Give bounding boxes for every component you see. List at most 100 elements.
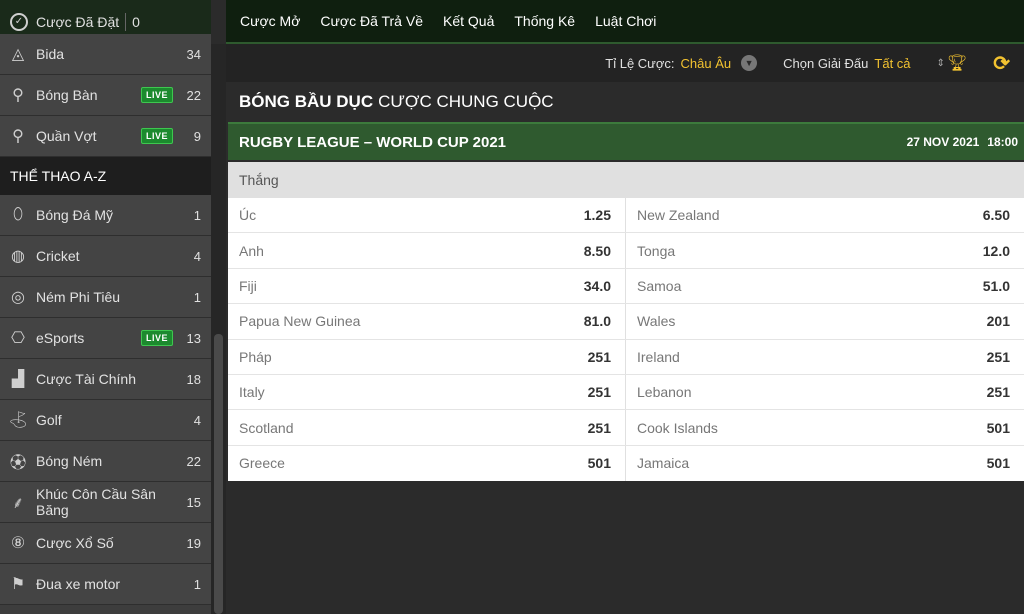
- tennis-icon: ⚲: [12, 128, 24, 145]
- league-select[interactable]: Tất cả: [874, 56, 910, 71]
- event-count: 4: [193, 248, 201, 264]
- odds-selection[interactable]: Jamaica 501: [626, 445, 1024, 482]
- top-navigation: Cược Mở Cược Đã Trả Về Kết Quả Thống Kê …: [226, 0, 1024, 44]
- odds-selection[interactable]: Lebanon 251: [626, 374, 1024, 410]
- sport-label: Đua xe motor: [36, 576, 121, 592]
- sort-arrows-icon: ⇕: [936, 57, 945, 69]
- market-type: CƯỢC CHUNG CUỘC: [378, 92, 554, 111]
- sidebar-sport-item[interactable]: ⚽︎ Bóng Ném 22: [0, 441, 211, 482]
- odds-selection[interactable]: Wales 201: [626, 304, 1024, 339]
- odds-selection[interactable]: Úc 1.25: [228, 198, 626, 233]
- team-name: Anh: [239, 242, 264, 259]
- sport-label: Bóng Ném: [36, 453, 103, 469]
- sidebar-sport-item[interactable]: ◎ Ném Phi Tiêu 1: [0, 277, 211, 318]
- nav-settled-bets[interactable]: Cược Đã Trả Về: [312, 13, 431, 29]
- sidebar-sport-item[interactable]: ⑧ Cược Xổ Số 19: [0, 523, 211, 564]
- sidebar-az-list: ⬯ Bóng Đá Mỹ 1 ◍ Cricket 4 ◎ Ném Phi Tiêu 1 ⎔ eSpo…: [0, 195, 211, 605]
- odds-row: Fiji 34.0 Samoa 51.0: [228, 268, 1024, 305]
- team-name: Ireland: [637, 348, 680, 365]
- odds-selection[interactable]: Fiji 34.0: [228, 268, 626, 304]
- event-name: RUGBY LEAGUE – WORLD CUP 2021: [239, 133, 507, 151]
- event-date: 27 NOV 2021: [906, 135, 980, 149]
- odds-price: 51.0: [982, 277, 1010, 294]
- odds-price: 501: [986, 455, 1010, 472]
- event-count: 4: [193, 412, 201, 428]
- nav-statistics[interactable]: Thống Kê: [506, 13, 583, 29]
- nav-rules[interactable]: Luật Chơi: [587, 13, 664, 29]
- odds-selection[interactable]: Scotland 251: [228, 410, 626, 445]
- odds-selection[interactable]: New Zealand 6.50: [626, 198, 1024, 233]
- sport-label: Quần Vợt: [36, 128, 97, 144]
- event-count: 9: [193, 128, 201, 144]
- league-select-label: Chọn Giải Đấu: [783, 55, 869, 71]
- sidebar-sport-item[interactable]: ▟ Cược Tài Chính 18: [0, 359, 211, 400]
- live-badge: LIVE: [140, 330, 173, 346]
- pool-table-icon: ◬: [11, 46, 25, 63]
- odds-table: Úc 1.25 New Zealand 6.50 Anh 8.50 Tonga 12.0 Fij…: [228, 198, 1024, 482]
- checkered-flag-icon: ⚑: [10, 576, 26, 593]
- event-count: 19: [186, 535, 201, 551]
- divider: [125, 12, 127, 31]
- sidebar-sport-item[interactable]: ⚑ Đua xe motor 1: [0, 564, 211, 605]
- event-count: 1: [193, 289, 201, 305]
- filter-bar: Tỉ Lệ Cược: Châu Âu ▼ Chọn Giải Đấu Tất …: [226, 44, 1024, 82]
- sport-label: Cược Xổ Số: [36, 535, 114, 551]
- odds-row: Greece 501 Jamaica 501: [228, 445, 1024, 482]
- sidebar-scrollbar-thumb[interactable]: [214, 334, 223, 614]
- odds-selection[interactable]: Tonga 12.0: [626, 233, 1024, 268]
- sport-label: Bóng Bàn: [36, 87, 98, 103]
- odds-selection[interactable]: Italy 251: [228, 374, 626, 410]
- team-name: Papua New Guinea: [239, 313, 361, 330]
- odds-format-label: Tỉ Lệ Cược:: [605, 55, 675, 71]
- live-badge: LIVE: [140, 128, 173, 144]
- sidebar-scrollbar[interactable]: [211, 44, 226, 614]
- sort-trophy-button[interactable]: ⇕ 🏆︎: [937, 53, 968, 73]
- odds-selection[interactable]: Ireland 251: [626, 339, 1024, 374]
- nav-results[interactable]: Kết Quả: [435, 13, 502, 29]
- odds-price: 251: [587, 419, 611, 436]
- sidebar-sport-item[interactable]: ⸙ Khúc Côn Cầu Sân Băng 15: [0, 482, 211, 523]
- odds-selection[interactable]: Pháp 251: [228, 339, 626, 374]
- trophy-icon: 🏆︎: [946, 55, 968, 72]
- odds-selection[interactable]: Samoa 51.0: [626, 268, 1024, 304]
- sidebar-top-list: ◬ Bida 34 ⚲ Bóng Bàn LIVE 22 ⚲ Quần Vợt LIVE 9: [0, 34, 211, 157]
- odds-price: 81.0: [583, 313, 611, 330]
- bets-placed-label: Cược Đã Đặt: [36, 13, 120, 30]
- selection-header: Thắng: [228, 162, 1024, 198]
- event-count: 1: [193, 207, 201, 223]
- nav-open-bets[interactable]: Cược Mở: [232, 13, 308, 29]
- sidebar-sport-item[interactable]: ◍ Cricket 4: [0, 236, 211, 277]
- sport-label: Khúc Côn Cầu Sân Băng: [36, 486, 156, 518]
- odds-selection[interactable]: Papua New Guinea 81.0: [228, 304, 626, 339]
- bets-placed-count: 0: [132, 13, 140, 30]
- market-sport: BÓNG BẦU DỤC: [239, 92, 374, 111]
- american-football-icon: ⬯: [12, 206, 24, 223]
- live-badge: LIVE: [140, 87, 173, 103]
- sidebar-sport-item[interactable]: ⚲ Quần Vợt LIVE 9: [0, 116, 211, 157]
- lottery-ball-icon: ⑧: [10, 535, 26, 552]
- refresh-icon[interactable]: ⟳: [993, 51, 1010, 76]
- sidebar-sport-item[interactable]: ⚲ Bóng Bàn LIVE 22: [0, 75, 211, 116]
- team-name: Tonga: [637, 242, 676, 259]
- chevron-down-icon[interactable]: ▼: [741, 55, 758, 71]
- odds-selection[interactable]: Anh 8.50: [228, 233, 626, 268]
- team-name: Greece: [239, 455, 285, 472]
- sidebar-sport-item[interactable]: ⬯ Bóng Đá Mỹ 1: [0, 195, 211, 236]
- odds-selection[interactable]: Greece 501: [228, 445, 626, 482]
- sidebar-sport-item[interactable]: ⎔ eSports LIVE 13: [0, 318, 211, 359]
- odds-selection[interactable]: Cook Islands 501: [626, 410, 1024, 445]
- odds-format-select[interactable]: Châu Âu: [681, 56, 732, 71]
- odds-price: 251: [587, 384, 611, 401]
- team-name: Pháp: [239, 348, 272, 365]
- team-name: Lebanon: [637, 384, 692, 401]
- sidebar-sport-item[interactable]: ⛳︎ Golf 4: [0, 400, 211, 441]
- team-name: New Zealand: [637, 207, 720, 224]
- team-name: Úc: [239, 207, 257, 224]
- sport-label: Bóng Đá Mỹ: [36, 207, 114, 223]
- odds-price: 6.50: [982, 207, 1010, 224]
- table-tennis-icon: ⚲: [12, 87, 24, 104]
- sports-az-header: THỂ THAO A-Z: [0, 157, 211, 195]
- sidebar-sport-item[interactable]: ◬ Bida 34: [0, 34, 211, 75]
- sport-label: Golf: [36, 412, 62, 428]
- event-header: RUGBY LEAGUE – WORLD CUP 2021 27 NOV 202…: [228, 122, 1024, 160]
